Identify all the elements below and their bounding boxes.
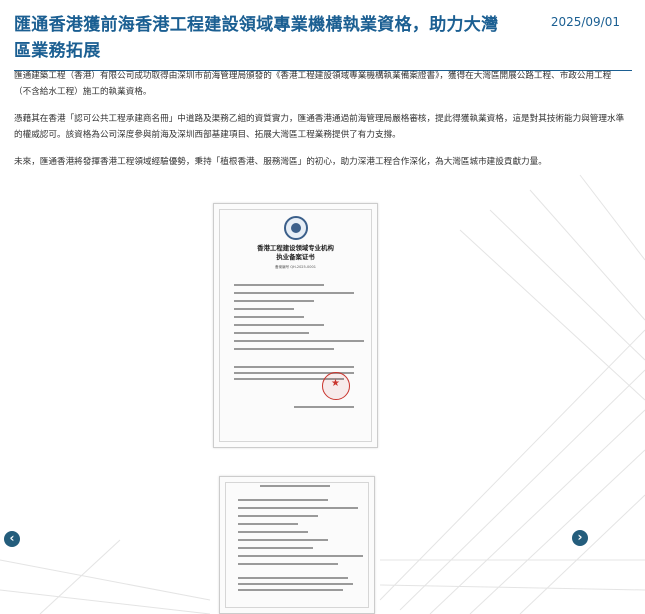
- certificate-title-line: 执业备案证书: [276, 253, 315, 261]
- certificate-text-line: [238, 547, 313, 549]
- certificate-title: 香港工程建设领域专业机构 执业备案证书: [214, 244, 377, 262]
- certificate-text-line: [234, 348, 334, 350]
- certificate-text-line: [234, 332, 309, 334]
- paragraph: 憑藉其在香港「認可公共工程承建商名冊」中道路及渠務乙組的資質實力，匯通香港通過前…: [14, 114, 625, 140]
- certificate-text-line: [238, 563, 338, 565]
- certificate-text-line: [238, 523, 298, 525]
- article-title: 匯通香港獲前海香港工程建設領域專業機構執業資格，助力大灣區業務拓展: [14, 15, 499, 61]
- certificate-text-line: [238, 539, 328, 541]
- certificate-text-line: [234, 340, 364, 342]
- certificate-text-line: [238, 507, 358, 509]
- certificate-text-line: [234, 308, 294, 310]
- certificate-text-line: [238, 589, 343, 591]
- certificate-text-line: [238, 577, 348, 579]
- certificate-text-line: [234, 316, 304, 318]
- certificate-number: 备案编号 QH-2025-0001: [275, 265, 316, 269]
- certificate-title-line: 香港工程建设领域专业机构: [257, 244, 334, 252]
- carousel-next-button[interactable]: ›: [572, 530, 588, 546]
- paragraph: 匯通建築工程（香港）有限公司成功取得由深圳市前海管理局頒發的《香港工程建設領域專…: [14, 71, 612, 97]
- seal-stamp-icon: [322, 372, 350, 400]
- certificate-text-line: [238, 531, 308, 533]
- certificate-text-line: [234, 324, 324, 326]
- certificate-text-line: [238, 515, 318, 517]
- certificate-text-line: [238, 583, 353, 585]
- certificate-text-line: [234, 300, 314, 302]
- image-carousel: 香港工程建设领域专业机构 执业备案证书 备案编号 QH-2025-0001: [0, 190, 645, 614]
- article-date: 2025/09/01: [550, 15, 620, 29]
- article-header: 匯通香港獲前海香港工程建設領域專業機構執業資格，助力大灣區業務拓展 2025/0…: [14, 12, 632, 71]
- certificate-image[interactable]: [219, 476, 375, 614]
- certificate-text-line: [234, 284, 324, 286]
- carousel-prev-button[interactable]: ‹: [4, 531, 20, 547]
- paragraph: 未來，匯通香港將發揮香港工程領域經驗優勢，秉持「植根香港、服務灣區」的初心，助力…: [14, 157, 547, 167]
- certificate-text-line: [260, 485, 330, 487]
- emblem-icon: [284, 216, 308, 240]
- certificate-text-line: [238, 555, 363, 557]
- certificate-image[interactable]: 香港工程建设领域专业机构 执业备案证书 备案编号 QH-2025-0001: [213, 203, 378, 448]
- certificate-text-line: [234, 292, 354, 294]
- certificate-text-line: [294, 406, 354, 408]
- certificate-text-line: [234, 366, 354, 368]
- certificate-text-line: [238, 499, 328, 501]
- article-body: 匯通建築工程（香港）有限公司成功取得由深圳市前海管理局頒發的《香港工程建設領域專…: [14, 68, 626, 181]
